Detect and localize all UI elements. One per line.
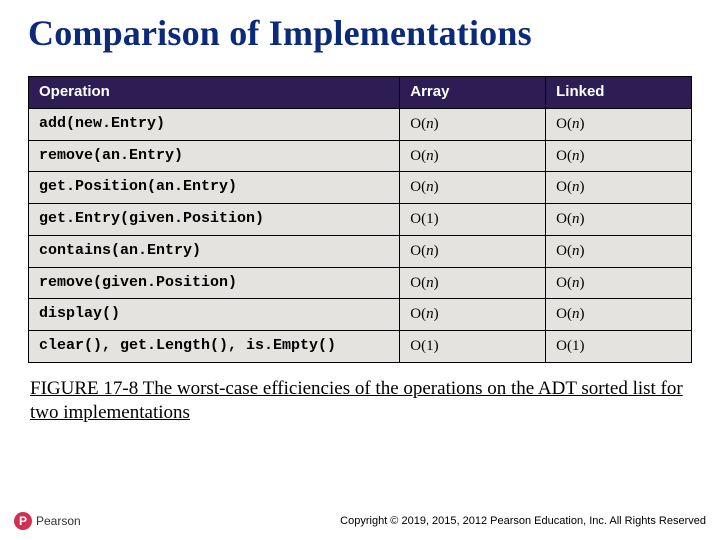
array-cell: O(1) (400, 331, 546, 363)
operation-cell: clear(), get.Length(), is.Empty() (29, 331, 400, 363)
array-cell: O(n) (400, 140, 546, 172)
comparison-table: Operation Array Linked add(new.Entry)O(n… (28, 76, 692, 363)
table-row: get.Entry(given.Position)O(1)O(n) (29, 204, 692, 236)
table-row: display()O(n)O(n) (29, 299, 692, 331)
copyright-text: Copyright © 2019, 2015, 2012 Pearson Edu… (340, 515, 706, 527)
linked-cell: O(n) (546, 267, 692, 299)
table-row: remove(given.Position)O(n)O(n) (29, 267, 692, 299)
table-row: add(new.Entry)O(n)O(n) (29, 108, 692, 140)
linked-cell: O(n) (546, 108, 692, 140)
array-cell: O(n) (400, 108, 546, 140)
pearson-logo: P Pearson (14, 512, 81, 530)
col-header-operation: Operation (29, 77, 400, 109)
array-cell: O(n) (400, 172, 546, 204)
operation-cell: get.Position(an.Entry) (29, 172, 400, 204)
linked-cell: O(n) (546, 140, 692, 172)
linked-cell: O(n) (546, 235, 692, 267)
table-row: clear(), get.Length(), is.Empty()O(1)O(1… (29, 331, 692, 363)
pearson-logo-text: Pearson (36, 514, 81, 528)
array-cell: O(n) (400, 235, 546, 267)
array-cell: O(n) (400, 267, 546, 299)
linked-cell: O(1) (546, 331, 692, 363)
pearson-logo-icon: P (14, 512, 32, 530)
operation-cell: contains(an.Entry) (29, 235, 400, 267)
table-row: get.Position(an.Entry)O(n)O(n) (29, 172, 692, 204)
operation-cell: remove(an.Entry) (29, 140, 400, 172)
page-title: Comparison of Implementations (28, 12, 692, 54)
array-cell: O(n) (400, 299, 546, 331)
operation-cell: add(new.Entry) (29, 108, 400, 140)
table-row: remove(an.Entry)O(n)O(n) (29, 140, 692, 172)
table-header-row: Operation Array Linked (29, 77, 692, 109)
array-cell: O(1) (400, 204, 546, 236)
operation-cell: remove(given.Position) (29, 267, 400, 299)
table-row: contains(an.Entry)O(n)O(n) (29, 235, 692, 267)
figure-caption: FIGURE 17-8 The worst-case efficiencies … (28, 377, 692, 425)
col-header-array: Array (400, 77, 546, 109)
operation-cell: get.Entry(given.Position) (29, 204, 400, 236)
linked-cell: O(n) (546, 204, 692, 236)
col-header-linked: Linked (546, 77, 692, 109)
linked-cell: O(n) (546, 172, 692, 204)
operation-cell: display() (29, 299, 400, 331)
linked-cell: O(n) (546, 299, 692, 331)
